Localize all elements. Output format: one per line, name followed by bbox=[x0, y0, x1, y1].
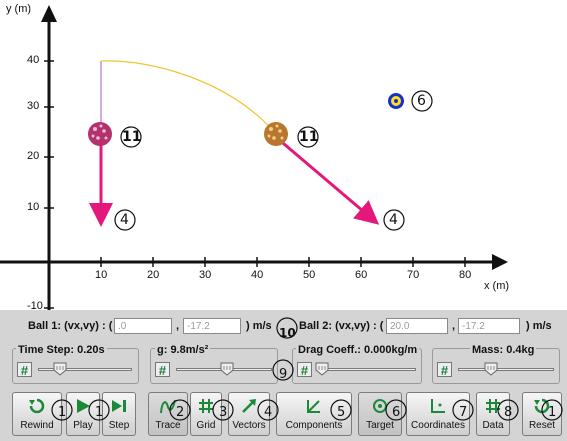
ball1-callout: 11 bbox=[122, 129, 142, 145]
comma: , bbox=[452, 320, 456, 332]
drag-entry-button[interactable]: # bbox=[297, 362, 312, 378]
ball2-callout: 11 bbox=[299, 129, 319, 145]
grid-callout: 3 bbox=[219, 405, 228, 420]
vector1-callout: 4 bbox=[120, 212, 129, 228]
vectors-callout: 4 bbox=[264, 405, 273, 420]
trace-callout: 2 bbox=[176, 405, 185, 420]
comma: , bbox=[176, 320, 180, 332]
time-step-entry-button[interactable]: # bbox=[17, 362, 32, 378]
ball1-vy-field[interactable] bbox=[183, 318, 241, 334]
mass-slider-thumb[interactable] bbox=[484, 362, 498, 376]
ball2-unit: ) m/s bbox=[526, 320, 552, 332]
play-callout: 1 bbox=[95, 405, 104, 420]
plot-callouts bbox=[114, 90, 433, 231]
gravity-entry-button[interactable]: # bbox=[155, 362, 170, 378]
drag-slider-thumb[interactable] bbox=[315, 362, 329, 376]
target-callout: 6 bbox=[392, 405, 401, 420]
ball1-vx-field[interactable] bbox=[114, 318, 172, 334]
reset-callout: 1 bbox=[548, 405, 557, 420]
ball1-unit: ) m/s bbox=[246, 320, 272, 332]
drag-label: Drag Coeff.: 0.000kg/m bbox=[296, 344, 420, 356]
ball2-velocity-label: Ball 2: (vx,vy) : ( bbox=[299, 320, 384, 332]
ball2-vx-field[interactable] bbox=[386, 318, 448, 334]
gravity-slider-thumb[interactable] bbox=[220, 362, 234, 376]
button-callout-circles bbox=[51, 399, 563, 421]
time-step-slider-thumb[interactable] bbox=[53, 362, 67, 376]
velocity-callout: 10 bbox=[279, 326, 296, 340]
rewind-callout: 1 bbox=[58, 405, 67, 420]
gravity-label: g: 9.8m/s² bbox=[155, 344, 211, 356]
data-callout: 8 bbox=[504, 405, 513, 420]
components-callout: 5 bbox=[337, 405, 346, 420]
coordinates-callout: 7 bbox=[459, 405, 468, 420]
ball2-vy-field[interactable] bbox=[458, 318, 520, 334]
target-callout: 6 bbox=[417, 93, 426, 109]
mass-label: Mass: 0.4kg bbox=[470, 344, 537, 356]
vector2-callout: 4 bbox=[389, 212, 398, 228]
mass-entry-button[interactable]: # bbox=[437, 362, 452, 378]
drag-slider-track[interactable] bbox=[318, 368, 416, 371]
controls-callout: 9 bbox=[279, 367, 288, 382]
time-step-label: Time Step: 0.20s bbox=[16, 344, 107, 356]
ball1-velocity-label: Ball 1: (vx,vy) : ( bbox=[28, 320, 113, 332]
mass-slider-track[interactable] bbox=[458, 368, 554, 371]
